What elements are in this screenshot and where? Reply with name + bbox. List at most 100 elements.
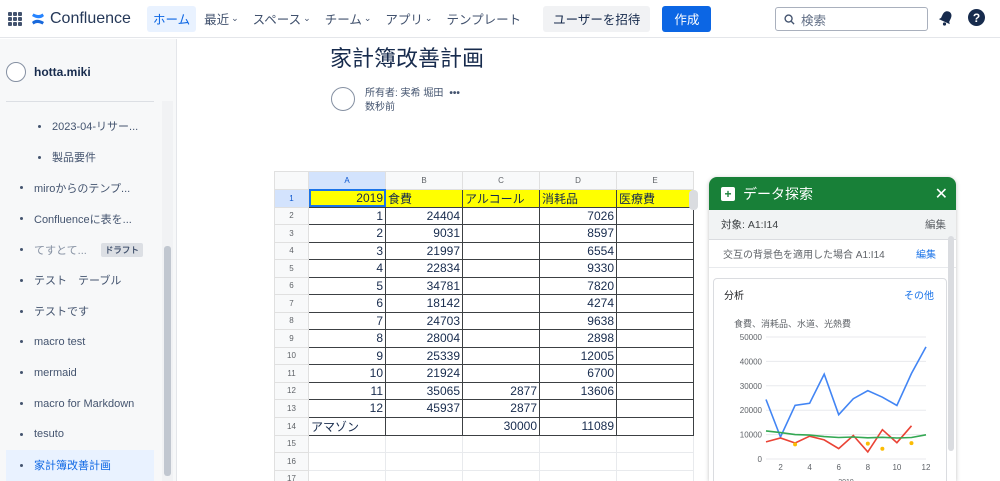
column-header[interactable]: D bbox=[539, 171, 617, 190]
table-cell[interactable]: 34781 bbox=[385, 276, 463, 295]
table-cell[interactable]: 18142 bbox=[385, 294, 463, 313]
table-cell[interactable] bbox=[539, 469, 617, 481]
row-header[interactable]: 3 bbox=[274, 224, 309, 243]
sidebar-item[interactable]: Confluenceに表を... bbox=[0, 203, 162, 234]
table-cell[interactable]: 45937 bbox=[385, 399, 463, 418]
row-header[interactable]: 5 bbox=[274, 259, 309, 278]
table-cell[interactable]: 21924 bbox=[385, 364, 463, 383]
row-header[interactable]: 4 bbox=[274, 241, 309, 260]
notifications-icon[interactable] bbox=[938, 10, 954, 26]
table-cell[interactable]: 2 bbox=[308, 224, 386, 243]
table-cell[interactable] bbox=[462, 329, 540, 348]
table-cell[interactable]: 7 bbox=[308, 311, 386, 330]
table-cell[interactable] bbox=[462, 259, 540, 278]
sidebar-item[interactable]: miroからのテンプ... bbox=[0, 173, 162, 204]
sidebar-item[interactable]: macro for Markdown bbox=[0, 388, 162, 419]
table-cell[interactable] bbox=[616, 259, 694, 278]
column-header[interactable]: A bbox=[308, 171, 386, 190]
row-header[interactable]: 13 bbox=[274, 399, 309, 418]
table-cell[interactable] bbox=[462, 434, 540, 453]
table-cell[interactable]: アマゾン bbox=[308, 416, 386, 436]
row-header[interactable]: 14 bbox=[274, 416, 309, 436]
table-cell[interactable]: 8597 bbox=[539, 224, 617, 243]
column-header[interactable]: C bbox=[462, 171, 540, 190]
row-header[interactable]: 1 bbox=[274, 188, 309, 208]
table-cell[interactable] bbox=[385, 434, 463, 453]
table-cell[interactable]: 4 bbox=[308, 259, 386, 278]
table-cell[interactable] bbox=[462, 311, 540, 330]
more-link[interactable]: その他 bbox=[904, 287, 934, 302]
table-cell[interactable]: 21997 bbox=[385, 241, 463, 260]
table-cell[interactable]: 食費 bbox=[385, 188, 463, 208]
help-icon[interactable]: ? bbox=[968, 9, 985, 26]
table-cell[interactable]: 25339 bbox=[385, 346, 463, 365]
table-cell[interactable]: 2877 bbox=[462, 381, 540, 400]
row-header[interactable]: 17 bbox=[274, 469, 309, 481]
table-cell[interactable]: 2898 bbox=[539, 329, 617, 348]
row-header[interactable]: 12 bbox=[274, 381, 309, 400]
table-cell[interactable]: 6554 bbox=[539, 241, 617, 260]
table-cell[interactable] bbox=[462, 294, 540, 313]
table-cell[interactable] bbox=[616, 364, 694, 383]
sidebar-item[interactable]: 2023-04-リサー... bbox=[0, 111, 162, 142]
table-cell[interactable]: 10 bbox=[308, 364, 386, 383]
table-cell[interactable] bbox=[616, 206, 694, 225]
table-cell[interactable]: 30000 bbox=[462, 416, 540, 436]
sidebar-item[interactable]: テスト テーブル bbox=[0, 265, 162, 296]
table-cell[interactable]: 2877 bbox=[462, 399, 540, 418]
table-cell[interactable] bbox=[616, 294, 694, 313]
table-cell[interactable] bbox=[308, 434, 386, 453]
nav-spaces[interactable]: スペース ⌄ bbox=[247, 6, 317, 32]
table-cell[interactable]: 9 bbox=[308, 346, 386, 365]
row-header[interactable]: 10 bbox=[274, 346, 309, 365]
table-cell[interactable] bbox=[616, 241, 694, 260]
table-cell[interactable] bbox=[385, 452, 463, 471]
table-cell[interactable]: 3 bbox=[308, 241, 386, 260]
table-cell[interactable] bbox=[616, 381, 694, 400]
nav-recent[interactable]: 最近 ⌄ bbox=[198, 6, 245, 32]
row-header[interactable]: 15 bbox=[274, 434, 309, 453]
table-cell[interactable]: 13606 bbox=[539, 381, 617, 400]
table-cell[interactable]: 医療費 bbox=[616, 188, 694, 208]
table-cell[interactable] bbox=[616, 329, 694, 348]
table-cell[interactable] bbox=[616, 452, 694, 471]
invite-users-button[interactable]: ユーザーを招待 bbox=[543, 5, 651, 32]
table-cell[interactable] bbox=[462, 364, 540, 383]
table-cell[interactable] bbox=[616, 434, 694, 453]
table-cell[interactable] bbox=[462, 276, 540, 295]
row-header[interactable]: 7 bbox=[274, 294, 309, 313]
sidebar-item[interactable]: macro test bbox=[0, 327, 162, 358]
table-cell[interactable]: 4274 bbox=[539, 294, 617, 313]
table-cell[interactable] bbox=[385, 469, 463, 481]
space-header[interactable]: hotta.miki bbox=[6, 62, 91, 82]
table-cell[interactable] bbox=[616, 276, 694, 295]
table-cell[interactable]: 11 bbox=[308, 381, 386, 400]
sidebar-item[interactable]: 家計簿改善計画 bbox=[6, 449, 154, 481]
table-cell[interactable] bbox=[616, 346, 694, 365]
table-cell[interactable]: 24703 bbox=[385, 311, 463, 330]
table-cell[interactable]: 35065 bbox=[385, 381, 463, 400]
close-icon[interactable]: ✕ bbox=[935, 184, 948, 204]
table-cell[interactable]: 消耗品 bbox=[539, 188, 617, 208]
table-cell[interactable]: アルコール bbox=[462, 188, 540, 208]
sidebar-item[interactable]: てすとて... ドラフト bbox=[0, 234, 162, 265]
table-cell[interactable] bbox=[462, 224, 540, 243]
table-cell[interactable] bbox=[308, 469, 386, 481]
table-cell[interactable]: 7820 bbox=[539, 276, 617, 295]
sidebar-scrollbar[interactable] bbox=[162, 101, 173, 481]
row-header[interactable]: 2 bbox=[274, 206, 309, 225]
row-header[interactable]: 11 bbox=[274, 364, 309, 383]
table-cell[interactable] bbox=[616, 224, 694, 243]
table-cell[interactable] bbox=[539, 399, 617, 418]
column-header[interactable]: E bbox=[616, 171, 694, 190]
create-button[interactable]: 作成 bbox=[662, 5, 712, 32]
table-cell[interactable] bbox=[616, 469, 694, 481]
table-cell[interactable]: 12005 bbox=[539, 346, 617, 365]
table-cell[interactable]: 2019 bbox=[308, 188, 386, 208]
sidebar-item[interactable]: tesuto bbox=[0, 419, 162, 450]
table-cell[interactable]: 6 bbox=[308, 294, 386, 313]
table-cell[interactable] bbox=[462, 469, 540, 481]
table-cell[interactable]: 11089 bbox=[539, 416, 617, 436]
column-header[interactable]: B bbox=[385, 171, 463, 190]
table-cell[interactable] bbox=[539, 452, 617, 471]
